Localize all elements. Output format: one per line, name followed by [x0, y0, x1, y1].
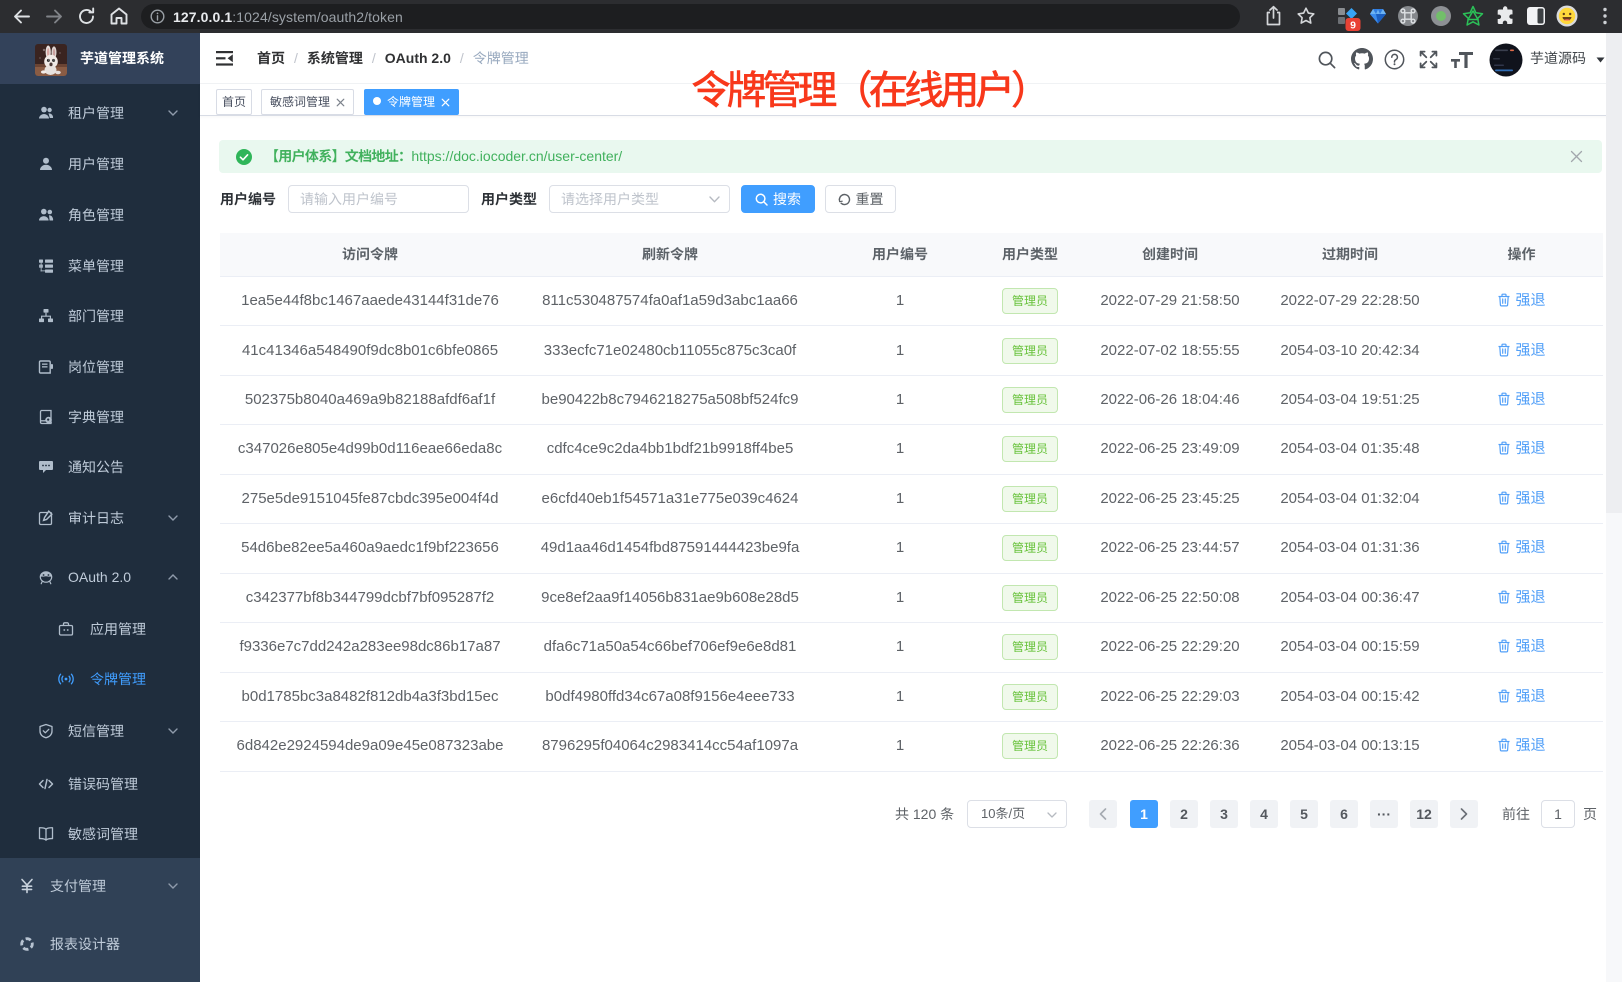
- svg-text:9: 9: [1350, 20, 1356, 32]
